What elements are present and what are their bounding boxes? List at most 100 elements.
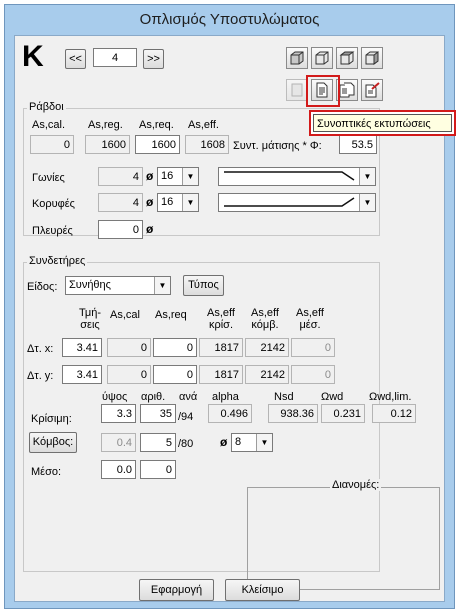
next-button[interactable]: >> [143, 49, 164, 69]
chevron-down-icon: ▼ [256, 434, 272, 451]
alpha-header: alpha [212, 391, 239, 403]
stirrup-type-select[interactable]: Συνήθης ▼ [65, 276, 171, 295]
sides-label: Πλευρές [32, 225, 73, 237]
row-y-as-eff-critical: 1817 [199, 365, 243, 384]
node-button[interactable]: Κόμβος: [29, 432, 77, 453]
row-x-as-eff-node: 2142 [245, 338, 289, 357]
critical-count[interactable]: 35 [140, 404, 176, 423]
tops-pattern-select[interactable]: ▼ [218, 193, 376, 212]
bar-shape-icon [224, 197, 355, 207]
count-header: αριθ. [141, 391, 166, 403]
prev-button[interactable]: << [65, 49, 86, 69]
stirrup-as-cal-header: As,cal [110, 309, 140, 321]
as-eff-critical-line2: κρίσ. [208, 319, 234, 331]
corners-diameter-value: 16 [161, 170, 174, 182]
node-diameter-select[interactable]: 8 ▼ [231, 433, 273, 452]
view-top-icon[interactable] [336, 47, 358, 69]
middle-label: Μέσο: [31, 466, 62, 478]
corners-count: 4 [98, 167, 143, 186]
as-eff-node-header: As,eff κόμβ. [244, 307, 286, 331]
stirrup-type-value: Συνήθης [69, 279, 111, 291]
middle-height[interactable]: 0.0 [101, 460, 136, 479]
node-diameter-value: 8 [235, 436, 242, 448]
sides-count-field[interactable]: 0 [98, 220, 143, 239]
view-back-icon[interactable] [311, 47, 333, 69]
row-y-as-cal: 0 [107, 365, 151, 384]
as-eff-value: 1608 [185, 135, 229, 154]
per-header: ανά [179, 391, 198, 403]
row-y-as-eff-node: 2142 [245, 365, 289, 384]
tooltip: Συνοπτικές εκτυπώσεις [309, 110, 456, 136]
row-y-section[interactable]: 3.41 [62, 365, 102, 384]
diameter-icon: ø [146, 195, 154, 209]
element-number-field[interactable]: 4 [93, 48, 137, 67]
row-x-as-eff-mid: 0 [291, 338, 335, 357]
diameter-icon: ø [146, 169, 154, 183]
bars-group-title: Ράβδοι [27, 101, 66, 113]
view-front-icon[interactable] [286, 47, 308, 69]
critical-height[interactable]: 3.3 [101, 404, 136, 423]
window-title: Οπλισμός Υποστυλώματος [139, 11, 320, 28]
as-eff-node-line2: κόμβ. [251, 319, 279, 331]
splice-ratio-label: Συντ. μάτισης * Φ: [233, 140, 322, 152]
tops-diameter-value: 16 [161, 196, 174, 208]
row-x-as-eff-critical: 1817 [199, 338, 243, 357]
tops-label: Κορυφές [32, 198, 75, 210]
as-cal-header: As,cal. [32, 119, 66, 131]
row-x-label: Δτ. x: [27, 343, 54, 355]
row-y-label: Δτ. y: [27, 370, 54, 382]
nsd-header: Nsd [274, 391, 294, 403]
stirrup-as-req-header: As,req [155, 309, 187, 321]
as-cal-value: 0 [30, 135, 74, 154]
view-side-icon[interactable] [361, 47, 383, 69]
tooltip-text: Συνοπτικές εκτυπώσεις [317, 118, 431, 130]
stirrup-type-label: Είδος: [27, 281, 58, 293]
tops-diameter-select[interactable]: 16 ▼ [157, 193, 199, 212]
node-count[interactable]: 5 [140, 433, 176, 452]
row-x-section[interactable]: 3.41 [62, 338, 102, 357]
chevron-down-icon: ▼ [182, 194, 198, 211]
as-reg-header: As,reg. [88, 119, 123, 131]
types-button[interactable]: Τύπος [183, 275, 224, 296]
critical-spacing: /94 [178, 411, 194, 423]
chevron-down-icon: ▼ [154, 277, 170, 294]
row-y-as-eff-mid: 0 [291, 365, 335, 384]
row-y-as-req[interactable]: 0 [153, 365, 197, 384]
section-header: Τμή- σεις [70, 307, 110, 331]
as-eff-critical-header: As,eff κρίσ. [200, 307, 242, 331]
tooltip-inner: Συνοπτικές εκτυπώσεις [313, 114, 452, 132]
row-x-as-cal: 0 [107, 338, 151, 357]
highlight-summary-print [306, 75, 340, 107]
corners-label: Γωνίες [32, 172, 65, 184]
close-button[interactable]: Κλείσιμο [225, 579, 300, 601]
as-eff-node-line1: As,eff [251, 307, 279, 319]
bar-shape-icon [224, 171, 355, 181]
node-height: 0.4 [101, 433, 136, 452]
row-x-as-req[interactable]: 0 [153, 338, 197, 357]
chevron-down-icon: ▼ [182, 168, 198, 185]
critical-wd: 0.231 [321, 404, 365, 423]
corners-diameter-select[interactable]: 16 ▼ [157, 167, 199, 186]
distributions-box [247, 487, 440, 590]
wd-header: Ωwd [321, 391, 344, 403]
critical-label: Κρίσιμη: [31, 413, 72, 425]
splice-ratio-field[interactable]: 53.5 [339, 135, 377, 154]
as-req-field[interactable]: 1600 [135, 135, 180, 154]
diameter-icon: ø [146, 222, 154, 236]
middle-count[interactable]: 0 [140, 460, 176, 479]
critical-nsd: 938.36 [268, 404, 318, 423]
tops-count: 4 [98, 193, 143, 212]
element-letter: K [22, 40, 44, 73]
print-settings-icon[interactable] [361, 79, 383, 101]
height-header: ύψος [102, 391, 128, 403]
apply-button[interactable]: Εφαρμογή [139, 579, 214, 601]
corners-pattern-select[interactable]: ▼ [218, 167, 376, 186]
section-header-line2: σεις [80, 319, 100, 331]
as-eff-mid-header: As,eff μέσ. [289, 307, 331, 331]
critical-alpha: 0.496 [208, 404, 252, 423]
as-eff-mid-line1: As,eff [296, 307, 324, 319]
as-eff-mid-line2: μέσ. [299, 319, 321, 331]
as-eff-header: As,eff. [188, 119, 219, 131]
chevron-down-icon: ▼ [359, 194, 375, 211]
wd-lim-header: Ωwd,lim. [369, 391, 412, 403]
